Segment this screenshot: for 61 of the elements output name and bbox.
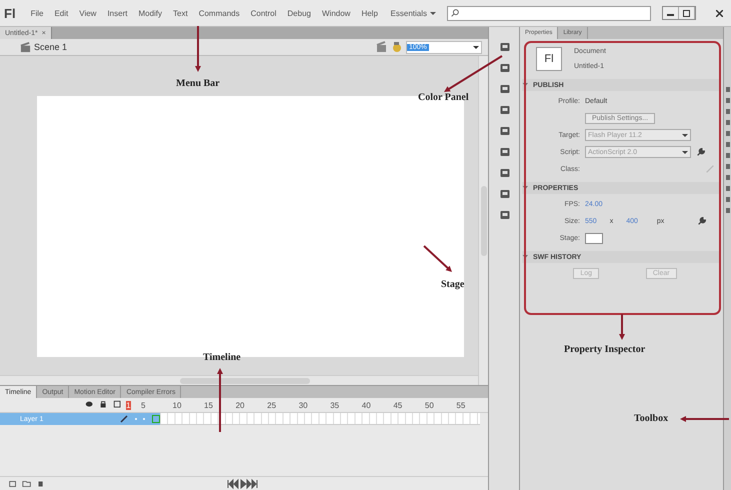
frame-number: 10: [172, 400, 182, 410]
stage-color-swatch[interactable]: [585, 232, 603, 244]
menu-item[interactable]: View: [79, 8, 96, 18]
app-logo: Fl: [4, 6, 16, 20]
edit-symbols-icon[interactable]: [376, 41, 388, 53]
toolbox-strip[interactable]: [724, 27, 731, 490]
vertical-scrollbar[interactable]: [478, 56, 488, 385]
menu-item[interactable]: Insert: [107, 8, 128, 18]
menu-item[interactable]: Debug: [287, 8, 311, 18]
annotation-arrow: [444, 55, 503, 92]
outline-color-icon[interactable]: [152, 415, 160, 423]
annotation-arrow: [217, 368, 223, 432]
caret-icon[interactable]: [430, 10, 436, 16]
maximize-icon[interactable]: [683, 10, 690, 16]
annotation-label: Menu Bar: [176, 78, 220, 89]
new-layer-icon[interactable]: [8, 478, 18, 488]
menu-item[interactable]: Text: [173, 8, 188, 18]
new-folder-icon[interactable]: [22, 478, 32, 488]
frame-number: 1: [126, 400, 131, 410]
scene-label[interactable]: Scene 1: [34, 42, 68, 52]
clapper-icon[interactable]: [20, 42, 31, 52]
annotation-arrow: [680, 416, 729, 422]
wrench-icon[interactable]: [696, 147, 706, 157]
menu-item[interactable]: Edit: [54, 8, 68, 18]
menu-item[interactable]: File: [30, 8, 44, 18]
frame-number: 25: [267, 400, 278, 410]
wrench-icon[interactable]: [697, 216, 708, 226]
menu-item[interactable]: Control: [250, 8, 276, 18]
edit-scene-icon[interactable]: [391, 41, 403, 53]
frame-number: 30: [298, 400, 309, 410]
frame-number: 50: [424, 400, 435, 410]
horizontal-scrollbar[interactable]: [0, 375, 478, 385]
frame-number: 20: [236, 400, 246, 410]
annotation-label: Property Inspector: [564, 344, 646, 355]
pencil-icon: [120, 415, 128, 423]
frame-number: 5: [140, 400, 146, 410]
frame-number: 40: [362, 400, 372, 410]
annotation-label: Stage: [441, 279, 464, 290]
annotation-label: Toolbox: [634, 413, 668, 424]
annotation-arrow: [423, 245, 452, 272]
annotation-arrow: [619, 314, 625, 340]
document-icon: Fl: [536, 47, 562, 71]
caret-icon[interactable]: [473, 44, 479, 50]
workspace-switcher[interactable]: Essentials: [390, 8, 436, 18]
frame-number: 15: [204, 400, 214, 410]
close-icon[interactable]: [716, 10, 722, 16]
annotation-label: Timeline: [203, 352, 241, 363]
caret-icon[interactable]: [682, 132, 688, 138]
menu-item[interactable]: Help: [361, 8, 378, 18]
caret-icon[interactable]: [682, 150, 688, 154]
frame-number: 35: [330, 400, 340, 410]
search-field[interactable]: [447, 6, 651, 20]
search-icon[interactable]: [450, 8, 460, 18]
outline-icon[interactable]: [112, 400, 123, 410]
annotation-arrow: [195, 26, 201, 72]
annotation-label: Color Panel: [418, 92, 469, 103]
menu-item[interactable]: Window: [322, 8, 350, 18]
frame-number: 45: [393, 400, 404, 410]
menu-item[interactable]: Commands: [198, 8, 240, 18]
menu-item[interactable]: Modify: [138, 8, 162, 18]
frame-number: 55: [456, 400, 466, 410]
